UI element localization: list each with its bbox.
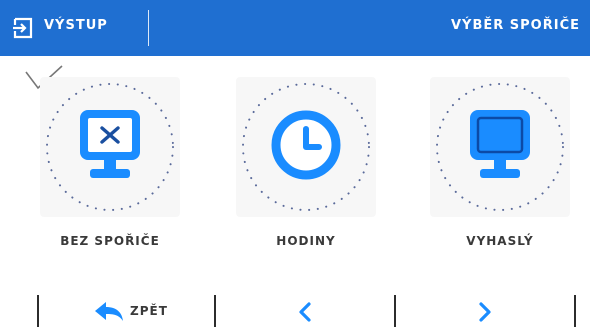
monitor-x-icon bbox=[46, 83, 174, 211]
chevron-left-icon bbox=[299, 302, 311, 322]
exit-label: VÝSTUP bbox=[44, 18, 108, 33]
option-tile bbox=[40, 77, 180, 217]
option-label: VYHASLÝ bbox=[466, 234, 534, 248]
option-label: HODINY bbox=[276, 234, 336, 248]
monitor-blank-icon bbox=[436, 83, 564, 211]
option-clock[interactable]: HODINY bbox=[236, 77, 376, 253]
back-label: ZPĚT bbox=[130, 304, 168, 318]
clock-icon bbox=[242, 83, 370, 211]
header-bar: VÝSTUP VÝBĚR SPOŘIČE bbox=[0, 0, 590, 56]
next-button[interactable] bbox=[396, 290, 574, 333]
option-tile bbox=[430, 77, 570, 217]
option-tile bbox=[236, 77, 376, 217]
option-no-screensaver[interactable]: BEZ SPOŘIČE bbox=[40, 77, 180, 253]
page-title: VÝBĚR SPOŘIČE bbox=[450, 18, 580, 33]
footer-bar: ZPĚT bbox=[0, 290, 590, 333]
exit-button[interactable]: VÝSTUP bbox=[0, 0, 148, 56]
exit-icon bbox=[13, 17, 33, 39]
footer-divider bbox=[574, 295, 576, 327]
reply-arrow-icon bbox=[95, 302, 123, 321]
option-blank-screen[interactable]: VYHASLÝ bbox=[430, 77, 570, 253]
chevron-right-icon bbox=[479, 302, 491, 322]
header-divider bbox=[148, 10, 149, 46]
back-button[interactable]: ZPĚT bbox=[38, 290, 214, 333]
option-label: BEZ SPOŘIČE bbox=[60, 234, 160, 248]
previous-button[interactable] bbox=[216, 290, 394, 333]
